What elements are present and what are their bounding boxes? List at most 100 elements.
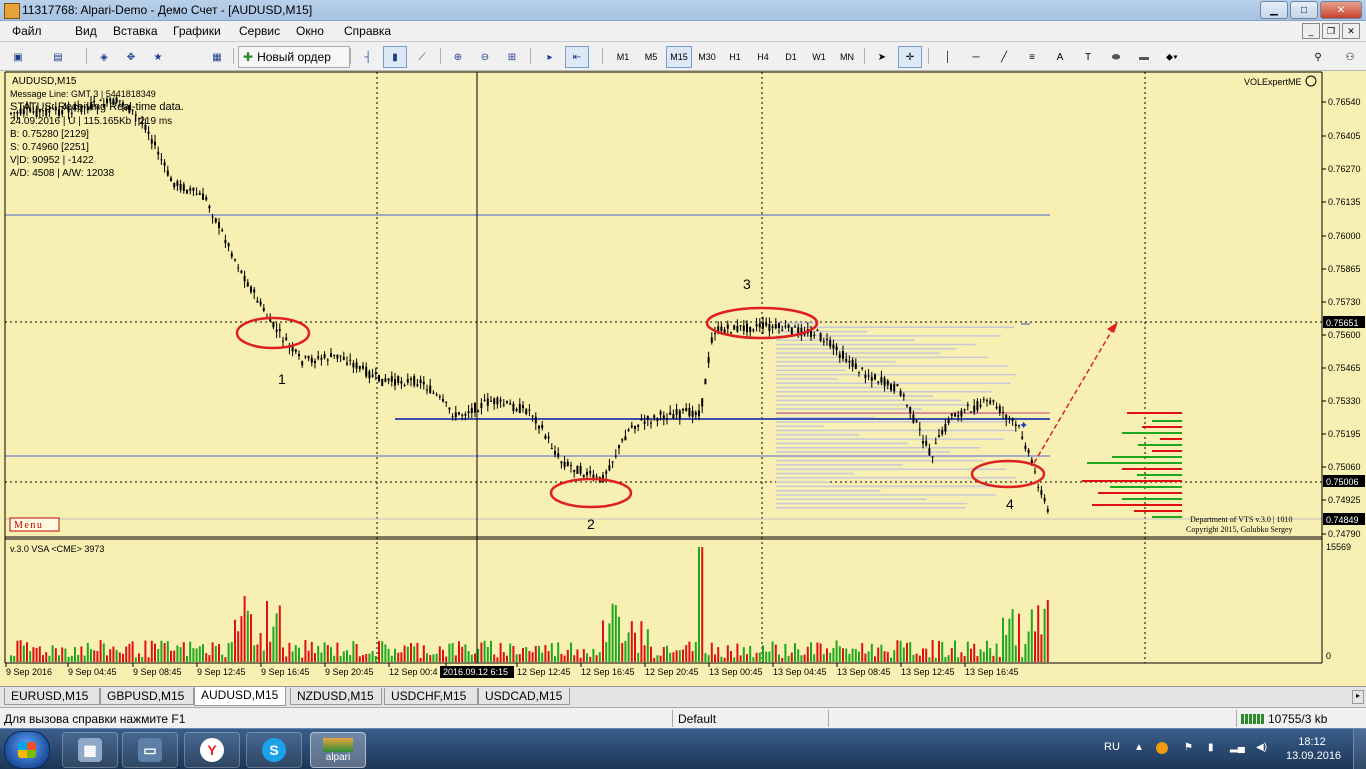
chart-close-button[interactable]: ✕ xyxy=(1342,23,1360,39)
auto-scroll-icon[interactable]: ▸ xyxy=(538,46,562,68)
volume-bar xyxy=(691,651,694,662)
volume-bar xyxy=(131,641,134,662)
taskbar-alpari[interactable]: alpari xyxy=(310,732,366,768)
chart-restore-button[interactable]: ❐ xyxy=(1322,23,1340,39)
menu-view[interactable]: Вид xyxy=(75,24,97,38)
candle-body xyxy=(218,222,220,228)
menu-insert[interactable]: Вставка xyxy=(113,24,158,38)
taskbar-network[interactable]: ▭ xyxy=(122,732,178,768)
volume-bar xyxy=(499,643,502,662)
tab-audusd[interactable]: AUDUSD,M15 xyxy=(194,687,286,706)
annotation-1: 1 xyxy=(278,371,286,387)
volume-bar xyxy=(934,657,937,662)
tab-nzdusd[interactable]: NZDUSD,M15 xyxy=(290,688,382,705)
expert-smiley-icon[interactable] xyxy=(1305,75,1317,87)
timeframe-h4[interactable]: H4 xyxy=(750,46,776,68)
tab-usdcad[interactable]: USDCAD,M15 xyxy=(478,688,570,705)
close-button[interactable]: ✕ xyxy=(1320,1,1362,19)
candle-body xyxy=(1011,418,1014,422)
search-icon[interactable]: ⚲ xyxy=(1306,46,1330,68)
menu-tools[interactable]: Сервис xyxy=(239,24,280,38)
market-watch-icon[interactable]: ◈ xyxy=(92,46,116,68)
candle-body xyxy=(582,474,585,477)
battery-icon[interactable]: ▮ xyxy=(1208,742,1220,754)
arrow-tools-icon[interactable]: ⬥▾ xyxy=(1160,46,1184,68)
timeframe-m5[interactable]: M5 xyxy=(638,46,664,68)
taskbar-skype[interactable]: S xyxy=(246,732,302,768)
volume-bar xyxy=(410,643,412,662)
bar-chart-icon[interactable]: ┤ xyxy=(356,46,380,68)
horizontal-line-icon[interactable]: ─ xyxy=(964,46,988,68)
ellipse-tool-icon[interactable]: ⬬ xyxy=(1104,46,1128,68)
text-label-icon[interactable]: T xyxy=(1076,46,1100,68)
tray-flag-icon[interactable]: ⚑ xyxy=(1184,742,1196,754)
timeframe-m15[interactable]: M15 xyxy=(666,46,692,68)
tabs-scroll-right-button[interactable]: ▸ xyxy=(1352,690,1364,704)
new-order-button[interactable]: ✚ Новый ордер xyxy=(238,46,350,68)
timeframe-m30[interactable]: M30 xyxy=(694,46,720,68)
community-icon[interactable]: ⚇ xyxy=(1338,46,1362,68)
price-chart[interactable]: 0.76540 0.76405 0.76270 0.76135 0.76000 0.758… xyxy=(0,71,1366,686)
tab-eurusd[interactable]: EURUSD,M15 xyxy=(4,688,100,705)
candle-body xyxy=(202,193,204,200)
menu-help[interactable]: Справка xyxy=(344,24,391,38)
timeframe-d1[interactable]: D1 xyxy=(778,46,804,68)
volume-bar xyxy=(80,646,83,662)
menu-window[interactable]: Окно xyxy=(296,24,324,38)
zoom-in-icon[interactable]: ⊕ xyxy=(446,46,470,68)
tray-expand-icon[interactable]: ▲ xyxy=(1134,742,1146,754)
tab-usdchf[interactable]: USDCHF,M15 xyxy=(384,688,478,705)
candle-body xyxy=(947,418,950,424)
timeframe-m1[interactable]: M1 xyxy=(610,46,636,68)
chart-minimize-button[interactable]: _ xyxy=(1302,23,1320,39)
vertical-line-icon[interactable]: │ xyxy=(936,46,960,68)
candle-body xyxy=(499,399,502,402)
volume-bar xyxy=(685,645,688,662)
maximize-button[interactable]: □ xyxy=(1290,1,1318,19)
new-chart-icon[interactable]: ▣ xyxy=(6,46,30,68)
equidistant-channel-icon[interactable]: ≡ xyxy=(1020,46,1044,68)
timeframe-mn[interactable]: MN xyxy=(834,46,860,68)
candle-body xyxy=(310,357,313,363)
volume-bar xyxy=(307,650,310,662)
candlestick-chart-icon[interactable]: ▮ xyxy=(383,46,407,68)
chart-shift-icon[interactable]: ⇤ xyxy=(565,46,589,68)
start-button[interactable] xyxy=(4,731,50,769)
rectangle-tool-icon[interactable]: ▬ xyxy=(1132,46,1156,68)
favorites-icon[interactable]: ★ xyxy=(146,46,170,68)
candle-body xyxy=(1037,486,1040,488)
network-signal-icon[interactable]: ▂▄ xyxy=(1230,742,1245,754)
timeframe-h1[interactable]: H1 xyxy=(722,46,748,68)
taskbar-clock[interactable]: 18:12 13.09.2016 xyxy=(1286,735,1341,763)
candle-body xyxy=(950,413,953,416)
trendline-icon[interactable]: ╱ xyxy=(992,46,1016,68)
candle-body xyxy=(406,378,409,383)
show-desktop-button[interactable] xyxy=(1353,729,1366,769)
candle-body xyxy=(198,193,201,195)
volume-bar xyxy=(237,631,240,662)
line-chart-icon[interactable]: ⟋ xyxy=(410,46,434,68)
candle-body xyxy=(720,326,723,331)
text-tool-icon[interactable]: A xyxy=(1048,46,1072,68)
tile-windows-icon[interactable]: ⊞ xyxy=(500,46,524,68)
tray-app-icon[interactable] xyxy=(1156,742,1168,754)
menu-charts[interactable]: Графики xyxy=(173,24,221,38)
taskbar-yandex[interactable]: Y xyxy=(184,732,240,768)
language-indicator[interactable]: RU xyxy=(1104,741,1120,753)
tab-gbpusd[interactable]: GBPUSD,M15 xyxy=(100,688,194,705)
profiles-icon[interactable]: ▤ xyxy=(46,46,70,68)
volume-bar xyxy=(51,645,54,662)
cursor-icon[interactable]: ➤ xyxy=(870,46,894,68)
zoom-out-icon[interactable]: ⊖ xyxy=(473,46,497,68)
volume-icon[interactable]: ◀) xyxy=(1256,742,1268,754)
timeframe-w1[interactable]: W1 xyxy=(806,46,832,68)
navigator-icon[interactable]: ✥ xyxy=(119,46,143,68)
menu-file[interactable]: Файл xyxy=(12,24,42,38)
volume-bar xyxy=(102,643,105,662)
minimize-button[interactable]: ▁ xyxy=(1260,1,1288,19)
taskbar-calculator[interactable]: ▦ xyxy=(62,732,118,768)
crosshair-icon[interactable]: ✛ xyxy=(898,46,922,68)
chart-window[interactable]: 0.76540 0.76405 0.76270 0.76135 0.76000 0.758… xyxy=(0,71,1366,686)
volume-bar xyxy=(141,656,144,662)
strategy-tester-icon[interactable]: ▦ xyxy=(205,46,229,68)
